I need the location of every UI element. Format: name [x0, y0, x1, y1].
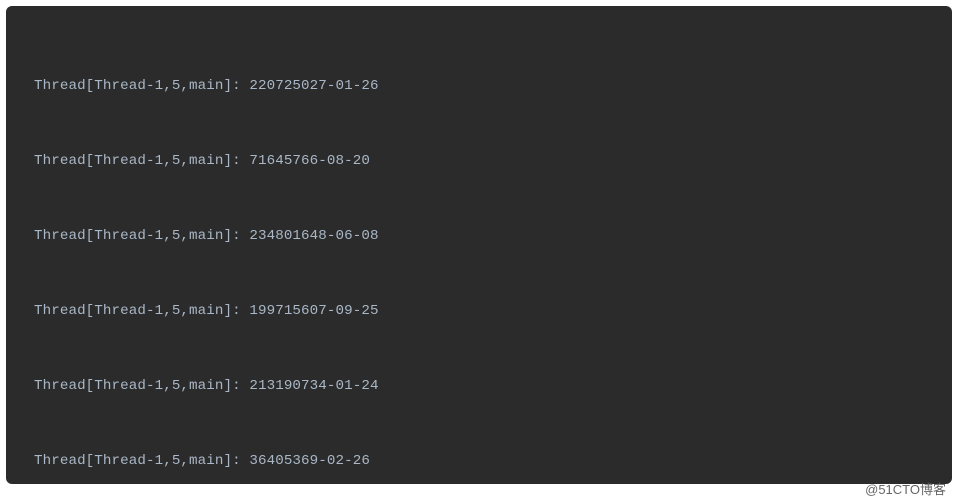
watermark: @51CTO博客	[865, 479, 946, 498]
log-line: Thread[Thread-1,5,main]: 36405369-02-26	[34, 449, 942, 474]
log-value: 71645766-08-20	[249, 153, 370, 169]
thread-name: Thread[Thread-1,5,main]	[34, 228, 232, 244]
log-value: 199715607-09-25	[249, 303, 378, 319]
log-value: 36405369-02-26	[249, 453, 370, 469]
log-value: 220725027-01-26	[249, 78, 378, 94]
thread-name: Thread[Thread-1,5,main]	[34, 78, 232, 94]
thread-name: Thread[Thread-1,5,main]	[34, 453, 232, 469]
console-output[interactable]: Thread[Thread-1,5,main]: 220725027-01-26…	[6, 6, 952, 484]
thread-name: Thread[Thread-1,5,main]	[34, 153, 232, 169]
log-value: 213190734-01-24	[249, 378, 378, 394]
log-value: 234801648-06-08	[249, 228, 378, 244]
thread-name: Thread[Thread-1,5,main]	[34, 303, 232, 319]
log-line: Thread[Thread-1,5,main]: 71645766-08-20	[34, 149, 942, 174]
log-line: Thread[Thread-1,5,main]: 213190734-01-24	[34, 374, 942, 399]
log-line: Thread[Thread-1,5,main]: 220725027-01-26	[34, 74, 942, 99]
log-line: Thread[Thread-1,5,main]: 234801648-06-08	[34, 224, 942, 249]
log-line: Thread[Thread-1,5,main]: 199715607-09-25	[34, 299, 942, 324]
thread-name: Thread[Thread-1,5,main]	[34, 378, 232, 394]
